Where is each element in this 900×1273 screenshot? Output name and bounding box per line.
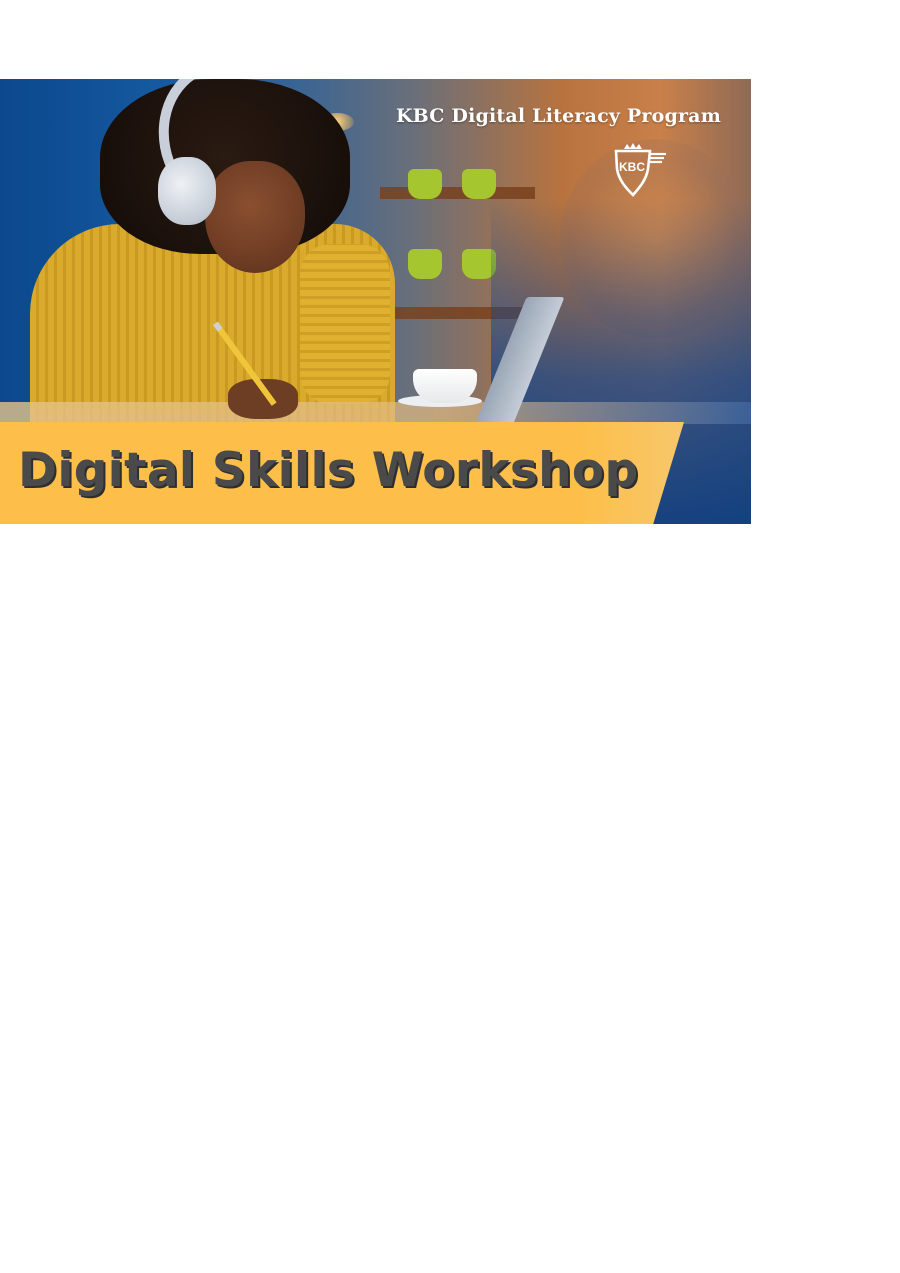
- workshop-banner: KBC Digital Literacy Program KBC Digital…: [0, 79, 751, 524]
- program-title: KBC Digital Literacy Program: [395, 105, 721, 127]
- sweater-arm: [300, 244, 390, 404]
- plant-pot: [408, 169, 442, 199]
- headphone-cup: [158, 157, 216, 225]
- coffee-cup-icon: [413, 369, 477, 403]
- workshop-headline: Digital Skills Workshop: [18, 443, 639, 498]
- plant-pot: [462, 169, 496, 199]
- logo-text: KBC: [619, 160, 645, 174]
- table-surface: [0, 402, 751, 424]
- plant-pot: [408, 249, 442, 279]
- kbc-shield-logo: KBC: [614, 143, 666, 197]
